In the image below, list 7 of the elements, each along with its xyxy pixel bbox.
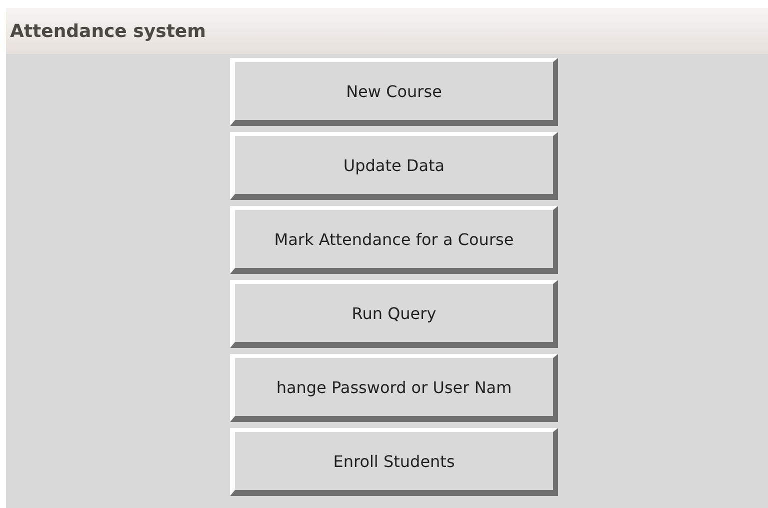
menu-button[interactable]: Mark Attendance for a Course [230,206,558,274]
menu-button[interactable]: New Course [230,58,558,126]
window-title: Attendance system [10,20,206,42]
menu-button[interactable]: Update Data [230,132,558,200]
menu-button[interactable]: Enroll Students [230,428,558,496]
menu-button[interactable]: Run Query [230,280,558,348]
menu-button[interactable]: hange Password or User Nam [230,354,558,422]
